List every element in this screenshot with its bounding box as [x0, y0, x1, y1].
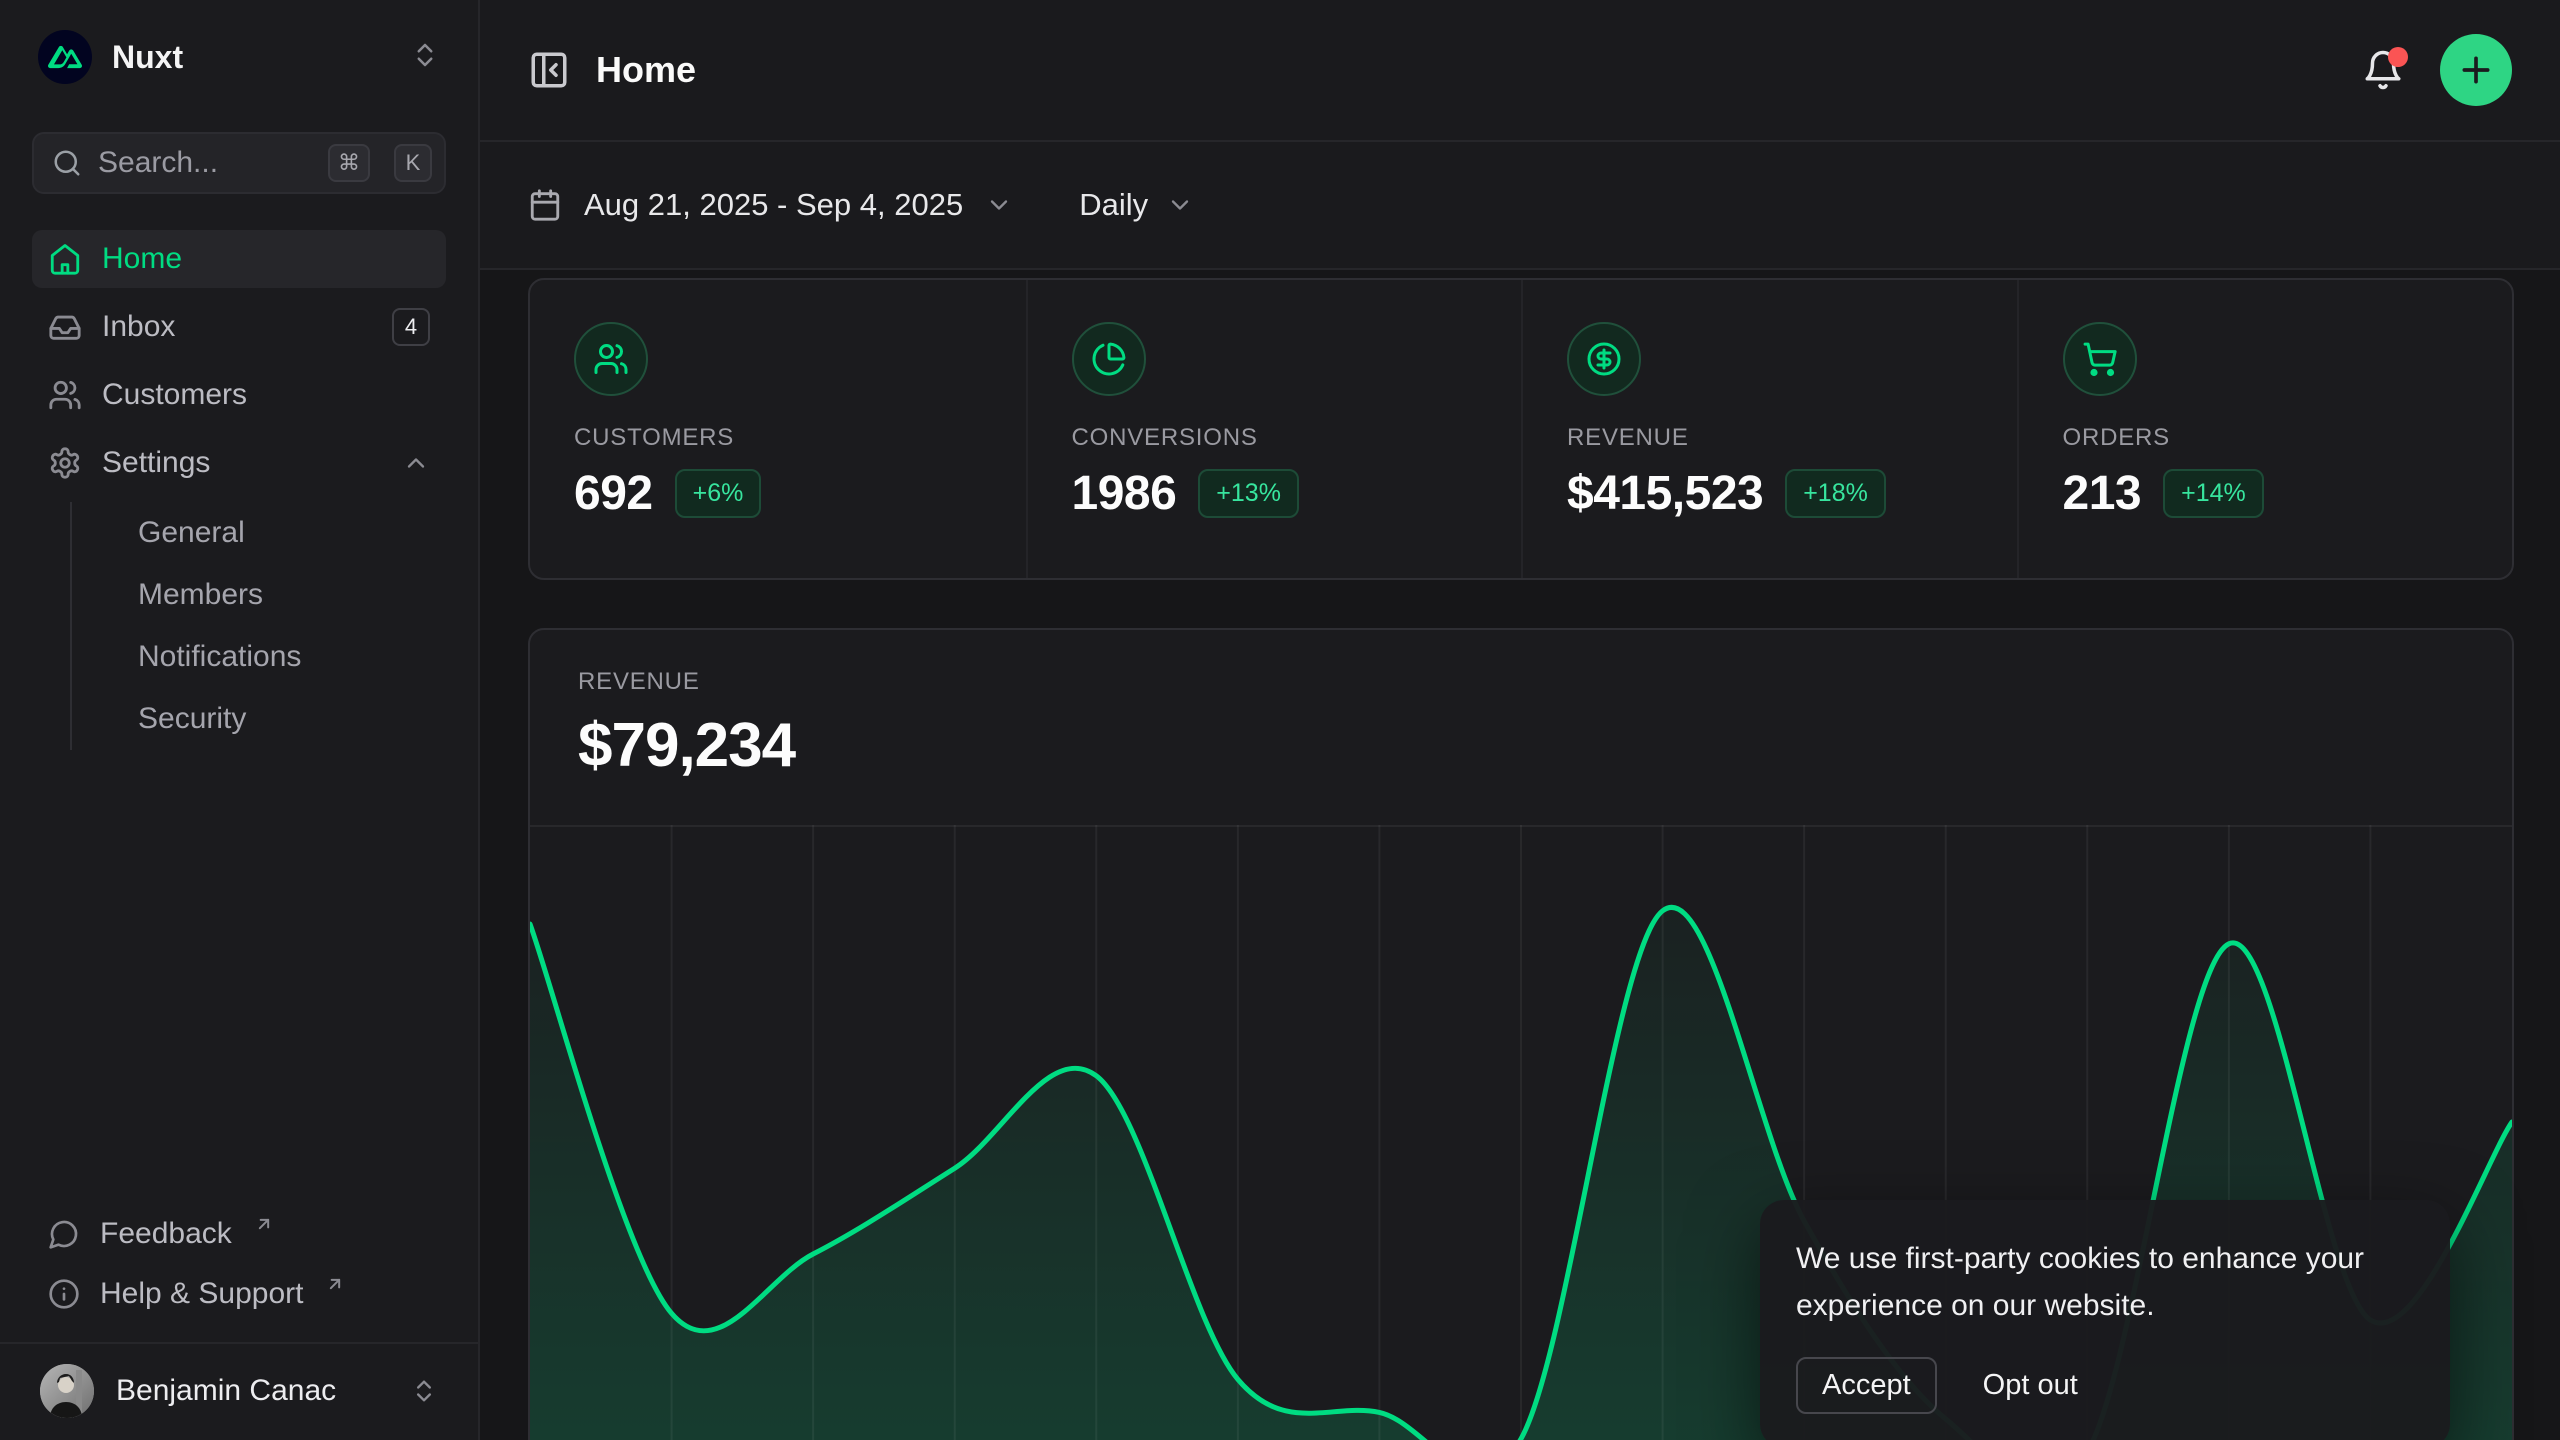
plus-icon	[2456, 50, 2496, 90]
circle-dollar-icon	[1567, 322, 1641, 396]
pie-chart-icon	[1072, 322, 1146, 396]
cookie-banner: We use first-party cookies to enhance yo…	[1760, 1200, 2450, 1440]
sidebar-item-notifications[interactable]: Notifications	[72, 626, 446, 688]
stat-delta-badge: +6%	[675, 469, 762, 518]
stat-orders: ORDERS 213 +14%	[2017, 280, 2513, 578]
avatar	[40, 1364, 94, 1418]
feedback-link[interactable]: Feedback	[32, 1204, 446, 1264]
cookie-message: We use first-party cookies to enhance yo…	[1796, 1236, 2410, 1329]
gear-icon	[48, 446, 82, 480]
kbd-cmd: ⌘	[328, 144, 370, 182]
stat-customers: CUSTOMERS 692 +6%	[530, 280, 1026, 578]
sidebar-footer: Feedback Help & Support	[32, 1204, 446, 1342]
sidebar-item-label: Inbox	[102, 310, 175, 344]
notification-dot	[2388, 47, 2408, 67]
user-name: Benjamin Canac	[116, 1374, 336, 1408]
sidebar: Nuxt Search... ⌘ K Home	[0, 0, 480, 1440]
stat-label: CONVERSIONS	[1072, 424, 1478, 452]
sidebar-item-customers[interactable]: Customers	[32, 366, 446, 424]
period-value: Daily	[1079, 187, 1148, 223]
sidebar-item-home[interactable]: Home	[32, 230, 446, 288]
date-range-value: Aug 21, 2025 - Sep 4, 2025	[584, 187, 963, 223]
chevrons-up-down-icon	[410, 40, 440, 75]
workspace-switcher[interactable]: Nuxt	[32, 22, 446, 92]
stat-label: ORDERS	[2063, 424, 2469, 452]
sidebar-item-security[interactable]: Security	[72, 688, 446, 750]
sidebar-nav: Home Inbox 4 Customers Settings	[32, 230, 446, 756]
stat-value: $415,523	[1567, 466, 1763, 521]
notifications-button[interactable]	[2362, 49, 2404, 91]
top-navbar: Home	[480, 0, 2560, 142]
sidebar-item-general[interactable]: General	[72, 502, 446, 564]
kbd-k: K	[394, 144, 432, 182]
sidebar-item-inbox[interactable]: Inbox 4	[32, 298, 446, 356]
users-icon	[48, 378, 82, 412]
search-placeholder: Search...	[98, 146, 312, 180]
arrow-up-right-icon	[325, 1274, 345, 1294]
settings-sub-list: General Members Notifications Security	[70, 502, 446, 750]
revenue-total: $79,234	[578, 710, 2464, 781]
sidebar-toggle-icon[interactable]	[528, 49, 570, 91]
stat-delta-badge: +18%	[1785, 469, 1886, 518]
search-icon	[52, 148, 82, 178]
stats-card: CUSTOMERS 692 +6% CONVERSIONS 1986 +13%	[528, 278, 2514, 580]
accept-button[interactable]: Accept	[1796, 1357, 1937, 1414]
sidebar-item-label: Home	[102, 242, 182, 276]
stat-label: REVENUE	[1567, 424, 1973, 452]
users-icon	[574, 322, 648, 396]
calendar-icon	[528, 188, 562, 222]
stat-delta-badge: +14%	[2163, 469, 2264, 518]
inbox-count-badge: 4	[392, 308, 430, 346]
sidebar-item-label: Settings	[102, 446, 210, 480]
workspace-name: Nuxt	[112, 39, 183, 76]
chevron-up-icon	[402, 449, 430, 477]
navbar-actions	[2362, 34, 2512, 106]
page-title: Home	[596, 49, 696, 91]
sidebar-item-label: Customers	[102, 378, 247, 412]
stat-revenue: REVENUE $415,523 +18%	[1521, 280, 2017, 578]
date-range-picker[interactable]: Aug 21, 2025 - Sep 4, 2025	[528, 187, 1013, 223]
opt-out-button[interactable]: Opt out	[1983, 1369, 2078, 1402]
arrow-up-right-icon	[254, 1214, 274, 1234]
period-select[interactable]: Daily	[1079, 187, 1194, 223]
help-support-link[interactable]: Help & Support	[32, 1264, 446, 1324]
user-menu[interactable]: Benjamin Canac	[32, 1364, 446, 1418]
add-button[interactable]	[2440, 34, 2512, 106]
user-section: Benjamin Canac	[0, 1342, 478, 1440]
sidebar-item-members[interactable]: Members	[72, 564, 446, 626]
stat-conversions: CONVERSIONS 1986 +13%	[1026, 280, 1522, 578]
app-root: Nuxt Search... ⌘ K Home	[0, 0, 2560, 1440]
chevrons-up-down-icon	[410, 1377, 438, 1405]
home-icon	[48, 242, 82, 276]
stat-delta-badge: +13%	[1198, 469, 1299, 518]
shopping-cart-icon	[2063, 322, 2137, 396]
stat-value: 213	[2063, 466, 2142, 521]
sidebar-item-settings[interactable]: Settings	[32, 434, 446, 492]
nuxt-logo-icon	[38, 30, 92, 84]
toolbar: Aug 21, 2025 - Sep 4, 2025 Daily	[480, 142, 2560, 270]
revenue-label: REVENUE	[578, 668, 2464, 696]
info-circle-icon	[48, 1278, 80, 1310]
stat-value: 1986	[1072, 466, 1177, 521]
search-input[interactable]: Search... ⌘ K	[32, 132, 446, 194]
inbox-icon	[48, 310, 82, 344]
stat-label: CUSTOMERS	[574, 424, 982, 452]
chevron-down-icon	[1166, 191, 1194, 219]
chat-bubble-icon	[48, 1218, 80, 1250]
chevron-down-icon	[985, 191, 1013, 219]
stat-value: 692	[574, 466, 653, 521]
